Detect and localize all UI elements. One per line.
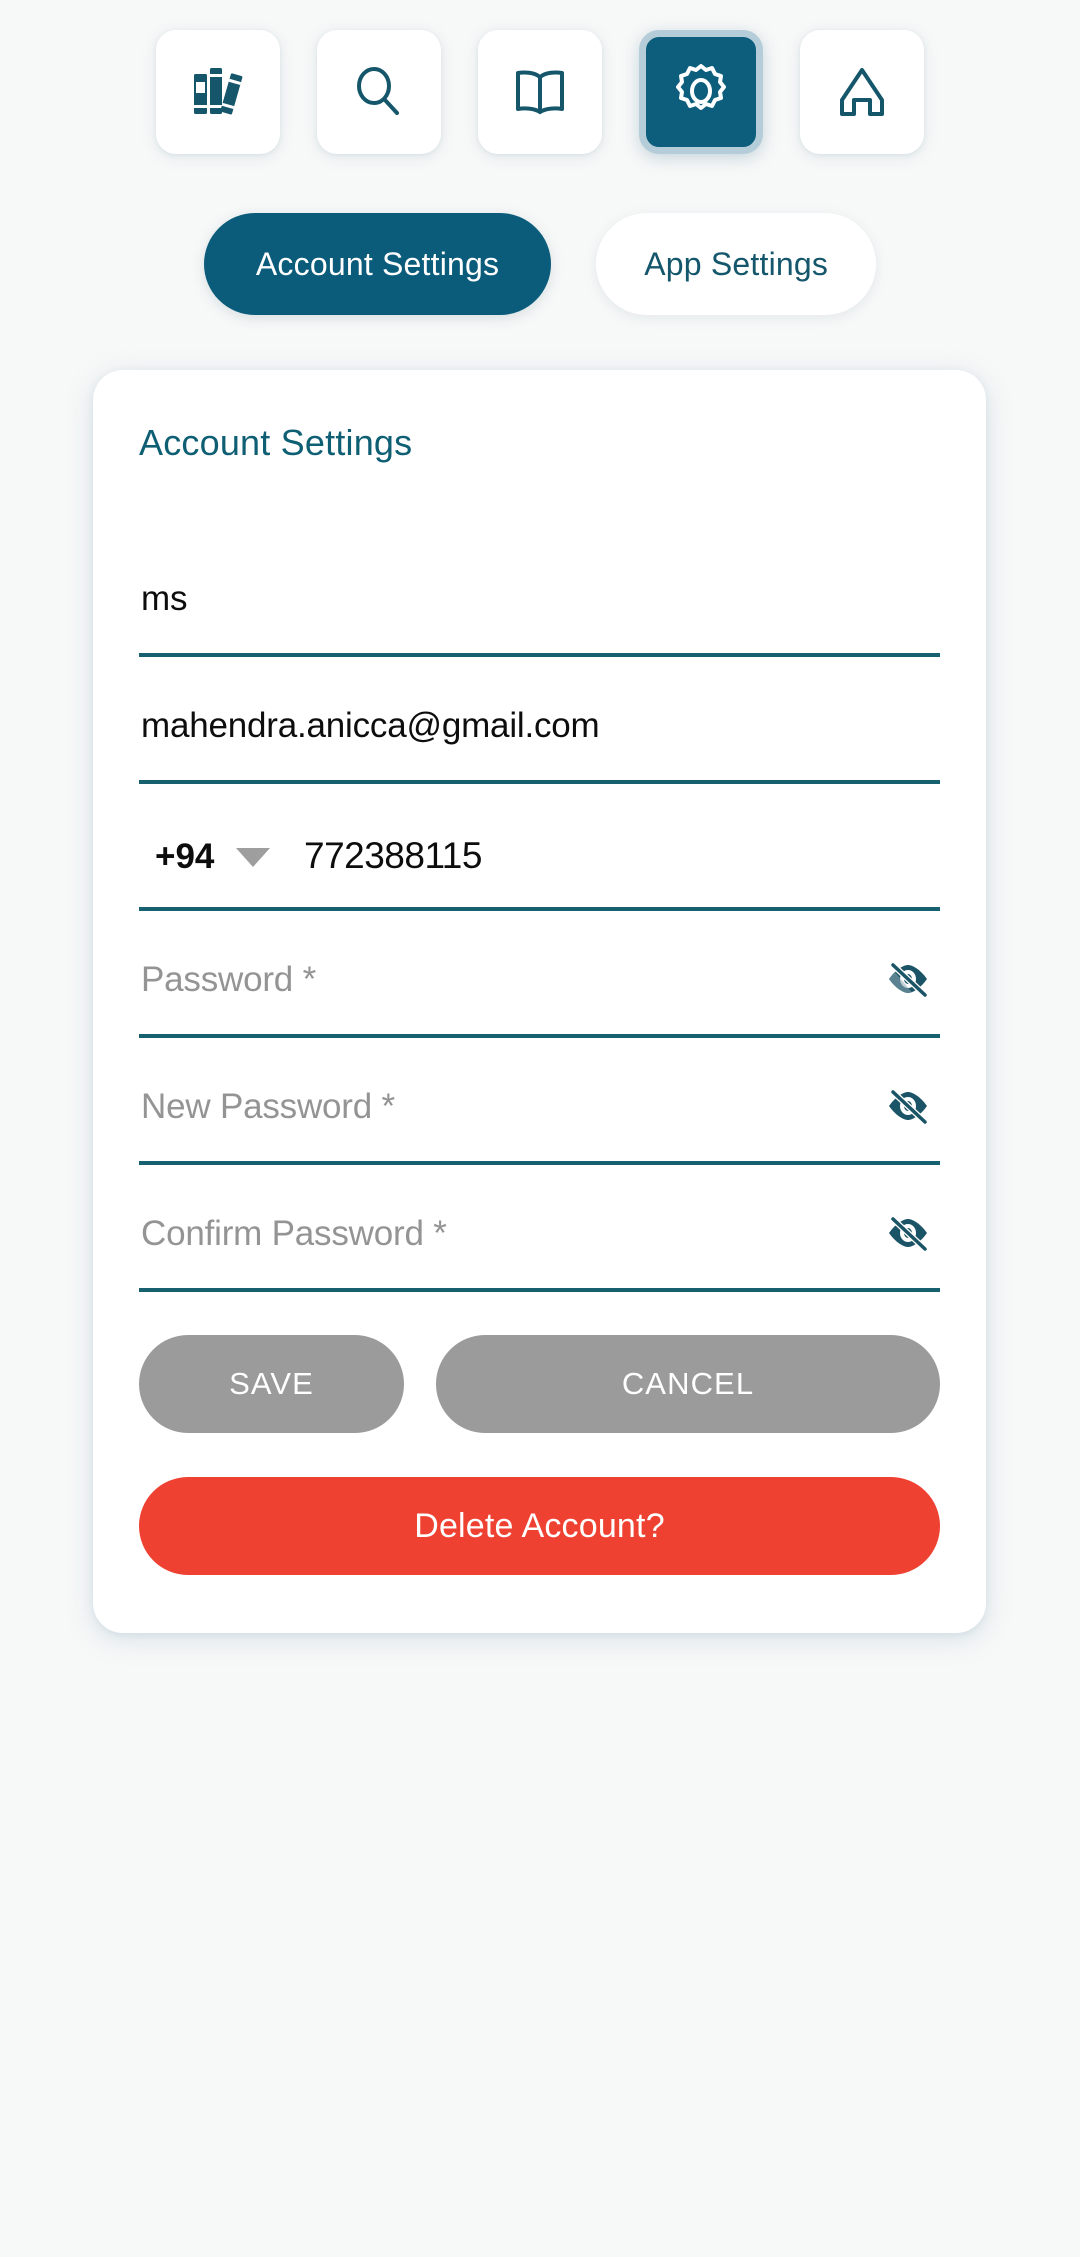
nav-item-read[interactable] xyxy=(478,30,602,154)
eye-off-icon xyxy=(885,1213,931,1258)
confirm-password-field-placeholder: Confirm Password * xyxy=(141,1214,447,1253)
top-navigation-bar xyxy=(0,30,1080,154)
name-field-value: ms xyxy=(141,579,188,618)
books-icon xyxy=(186,60,250,124)
password-field[interactable]: Password * xyxy=(139,911,940,1038)
form-action-row: SAVE CANCEL xyxy=(139,1335,940,1433)
confirm-password-field-underline xyxy=(139,1288,940,1292)
password-visibility-toggle[interactable] xyxy=(882,958,934,1004)
country-code-select[interactable]: +94 xyxy=(155,837,271,877)
search-icon xyxy=(347,60,411,124)
country-code-value: +94 xyxy=(155,837,215,876)
tab-account-settings-label: Account Settings xyxy=(255,245,500,282)
home-icon xyxy=(830,60,894,124)
tab-app-settings-label: App Settings xyxy=(644,245,829,282)
new-password-field-placeholder: New Password * xyxy=(141,1087,395,1126)
tab-account-settings[interactable]: Account Settings xyxy=(203,213,552,315)
nav-item-settings[interactable] xyxy=(639,30,763,154)
tab-app-settings[interactable]: App Settings xyxy=(596,213,877,315)
delete-account-button[interactable]: Delete Account? xyxy=(139,1477,940,1575)
eye-off-icon xyxy=(885,1086,931,1131)
confirm-password-field[interactable]: Confirm Password * xyxy=(139,1165,940,1292)
chevron-down-icon xyxy=(236,847,271,867)
new-password-field[interactable]: New Password * xyxy=(139,1038,940,1165)
email-field-value: mahendra.anicca@gmail.com xyxy=(141,706,600,745)
book-open-icon xyxy=(508,60,572,124)
nav-item-library[interactable] xyxy=(156,30,280,154)
cancel-button[interactable]: CANCEL xyxy=(436,1335,940,1433)
save-button[interactable]: SAVE xyxy=(139,1335,404,1433)
nav-item-search[interactable] xyxy=(317,30,441,154)
account-settings-card: Account Settings ms mahendra.anicca@gmai… xyxy=(93,370,986,1633)
new-password-visibility-toggle[interactable] xyxy=(882,1085,934,1131)
card-title: Account Settings xyxy=(139,422,413,463)
settings-tab-bar: Account Settings App Settings xyxy=(0,213,1080,315)
confirm-password-visibility-toggle[interactable] xyxy=(882,1212,934,1258)
phone-number-value: 772388115 xyxy=(304,835,482,876)
name-field[interactable]: ms xyxy=(139,530,940,657)
settings-screen: Account Settings App Settings Account Se… xyxy=(0,0,1080,2257)
email-field[interactable]: mahendra.anicca@gmail.com xyxy=(139,657,940,784)
eye-off-icon xyxy=(885,959,931,1004)
password-field-placeholder: Password * xyxy=(141,960,317,999)
nav-item-home[interactable] xyxy=(800,30,924,154)
gear-icon xyxy=(669,60,733,124)
phone-field[interactable]: +94 772388115 xyxy=(139,784,940,911)
